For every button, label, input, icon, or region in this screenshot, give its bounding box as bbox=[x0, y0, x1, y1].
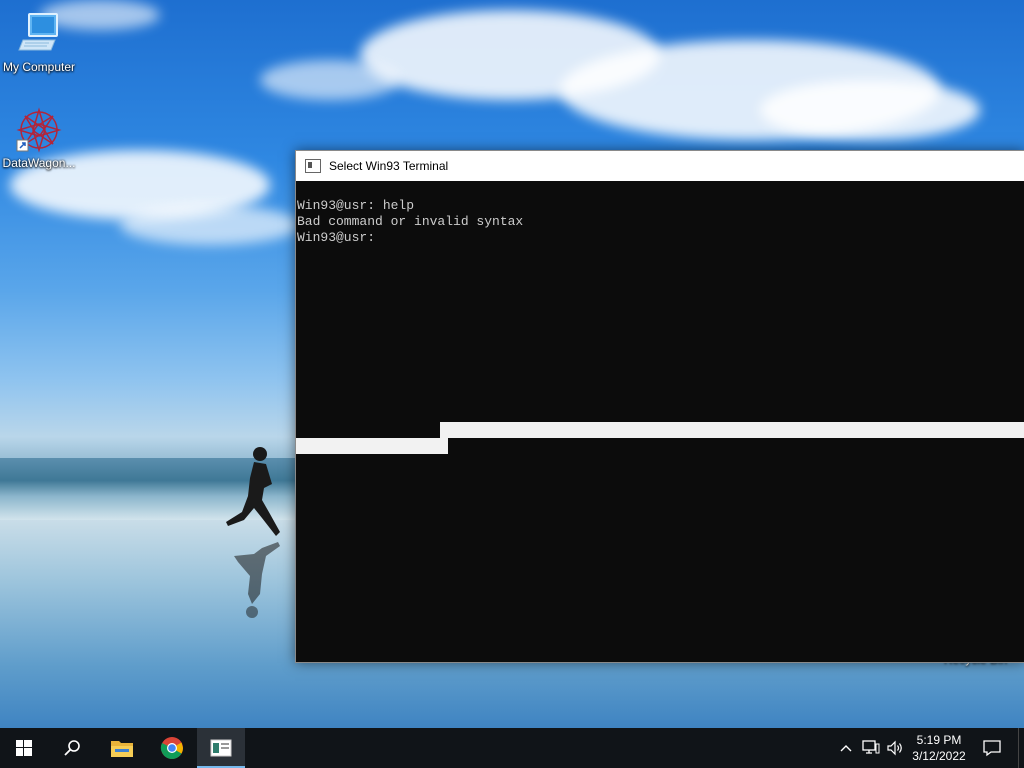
wallpaper-cloud bbox=[260, 60, 400, 100]
console-prompt[interactable]: Win93@usr: bbox=[297, 230, 375, 246]
console-line: Bad command or invalid syntax bbox=[297, 214, 524, 229]
taskbar-file-explorer[interactable] bbox=[98, 728, 146, 768]
taskbar-chrome[interactable] bbox=[148, 728, 196, 768]
taskbar: 5:19 PM 3/12/2022 bbox=[0, 728, 1024, 768]
network-button[interactable] bbox=[860, 728, 882, 768]
network-icon bbox=[862, 740, 880, 754]
clock-date: 3/12/2022 bbox=[912, 749, 966, 763]
terminal-app-icon bbox=[210, 739, 232, 757]
desktop-icon-label: My Computer bbox=[2, 60, 76, 74]
wallpaper-cloud bbox=[760, 80, 980, 140]
terminal-console[interactable]: Win93@usr: help Bad command or invalid s… bbox=[296, 182, 1024, 662]
selection-highlight bbox=[440, 422, 1024, 438]
tray-overflow-button[interactable] bbox=[836, 728, 856, 768]
chevron-up-icon bbox=[840, 745, 852, 752]
windows-start-icon bbox=[16, 740, 32, 756]
datawagon-shortcut-icon bbox=[16, 107, 62, 153]
search-button[interactable] bbox=[48, 728, 96, 768]
volume-icon bbox=[887, 740, 902, 756]
terminal-titlebar[interactable]: Select Win93 Terminal bbox=[296, 151, 1024, 181]
console-line: Win93@usr: help bbox=[297, 198, 415, 213]
action-center-button[interactable] bbox=[978, 728, 1006, 768]
start-button[interactable] bbox=[0, 728, 48, 768]
taskbar-clock[interactable]: 5:19 PM 3/12/2022 bbox=[904, 732, 974, 764]
runner-silhouette bbox=[226, 447, 280, 618]
chrome-icon bbox=[160, 737, 183, 759]
selection-highlight bbox=[296, 438, 448, 454]
desktop-icon-my-computer[interactable]: My Computer bbox=[0, 10, 81, 74]
volume-button[interactable] bbox=[884, 728, 906, 768]
clock-time: 5:19 PM bbox=[916, 733, 962, 747]
show-desktop-button[interactable] bbox=[1018, 728, 1024, 768]
wallpaper-cloud bbox=[120, 205, 300, 245]
window-title: Select Win93 Terminal bbox=[329, 159, 449, 173]
action-center-icon bbox=[983, 740, 1001, 757]
taskbar-terminal[interactable] bbox=[197, 728, 245, 768]
computer-icon bbox=[18, 13, 58, 51]
file-explorer-icon bbox=[111, 741, 133, 757]
desktop-icon-label: DataWagon... bbox=[2, 156, 76, 170]
search-icon bbox=[64, 740, 80, 756]
terminal-window[interactable]: Select Win93 Terminal Win93@usr: help Ba… bbox=[295, 150, 1024, 663]
terminal-app-icon bbox=[305, 159, 321, 173]
desktop-icon-datawagon[interactable]: DataWagon... bbox=[0, 106, 81, 170]
